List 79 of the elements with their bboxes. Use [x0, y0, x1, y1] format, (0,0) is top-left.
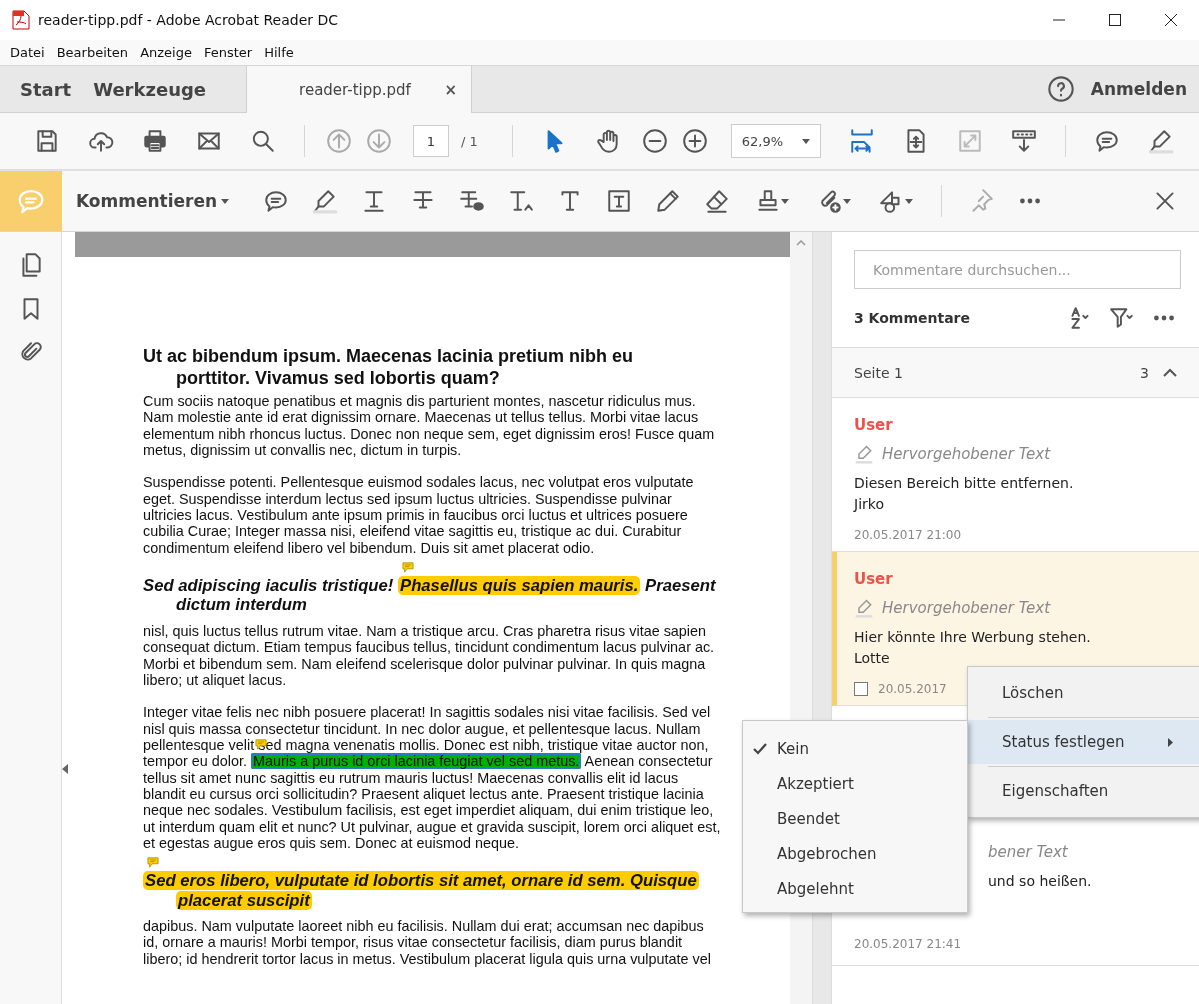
comment-type: Hervorgehobener Text [882, 445, 1051, 463]
sign-in-link[interactable]: Anmelden [1090, 66, 1187, 112]
menu-item[interactable]: Hilfe [258, 45, 300, 60]
fit-width-icon[interactable] [848, 128, 875, 154]
search-icon[interactable] [250, 128, 276, 154]
menu-item[interactable]: Beendet [743, 801, 967, 836]
pencil-icon[interactable] [654, 188, 681, 214]
sticky-note-icon[interactable] [262, 188, 289, 214]
menu-item[interactable]: Kein [743, 731, 967, 766]
checkmark-icon [753, 742, 767, 755]
menu-item[interactable]: Abgebrochen [743, 836, 967, 871]
comment-type: Hervorgehobener Text [882, 599, 1051, 617]
menu-item[interactable]: Akzeptiert [743, 766, 967, 801]
checkbox[interactable] [854, 682, 868, 696]
scroll-mode-icon[interactable] [1010, 128, 1037, 154]
comment-type: bener Text [988, 843, 1068, 861]
page-group-header[interactable]: Seite 1 3 [832, 348, 1199, 398]
chevron-icon[interactable] [1163, 368, 1177, 377]
save-icon[interactable] [34, 128, 60, 154]
comment-count: 3 Kommentare [854, 310, 971, 326]
print-icon[interactable] [142, 128, 168, 154]
filter-icon[interactable] [1109, 305, 1135, 331]
caret-icon[interactable] [781, 198, 790, 204]
highlighter-icon [854, 444, 874, 464]
comment-icon[interactable] [1093, 128, 1120, 154]
comment-text: Lotte [854, 649, 891, 668]
comment-author: User [854, 416, 893, 434]
menu-item[interactable]: Eigenschaften [968, 769, 1199, 813]
comment-text: Diesen Bereich bitte entfernen. [854, 474, 1075, 493]
caret-icon[interactable] [221, 198, 230, 204]
search-field[interactable]: Kommentare durchsuchen... [854, 250, 1181, 289]
caret-icon[interactable] [843, 198, 852, 204]
menu-item[interactable]: Bearbeiten [50, 45, 135, 60]
menu-item[interactable]: Abgelehnt [743, 871, 967, 906]
pdf-file-icon [12, 10, 30, 30]
nav-tab[interactable]: Start [0, 66, 74, 112]
insert-text-icon[interactable] [507, 188, 534, 214]
eraser-icon[interactable] [703, 188, 730, 214]
close-icon[interactable] [1164, 13, 1178, 27]
comment-date: 20.05.2017 21:00 [854, 528, 962, 542]
comment-text: Hier könnte Ihre Werbung stehen. [854, 628, 1092, 647]
comment-author: User [854, 570, 893, 588]
hand-icon[interactable] [594, 128, 621, 154]
zoom-in-icon[interactable] [681, 128, 708, 154]
window-title: reader-tipp.pdf - Adobe Acrobat Reader DC [38, 12, 340, 28]
comment-count: 3 [1140, 364, 1149, 381]
menu-item[interactable]: Fenster [197, 45, 259, 60]
document-tab[interactable]: reader-tipp.pdf [299, 80, 411, 99]
maximize-icon[interactable] [1108, 13, 1122, 27]
text-box-icon[interactable] [605, 188, 632, 214]
highlighter-icon [854, 598, 874, 618]
close-tab-button[interactable]: × [444, 80, 458, 99]
help-icon[interactable] [1046, 75, 1075, 103]
paragraph: dapibus. Nam vulputate laoreet nibh eu facilisis. Nullam dui erat; accumsan nec dapibus id, ornare a mauris! Morbi tempor, risus vitae consectetur facilisis, diam purus blandit libero; id hendrerit tortor lacus in metus. Vestibulum placerat ligula quis urna vulputate vel [143, 918, 712, 967]
page-label: Seite 1 [854, 364, 904, 381]
paragraph: Cum sociis natoque penatibus et magnis dis parturient montes, nascetur ridiculus mus. Nam molestie ante id erat dignissim ornare. Maecenas ut tellus tellus. Morbi vitae lacus elementum nibh rhoncus luctus. Donec non neque sem, eget dignissim eros! Fusce quam metus, dignissim ut convallis nec, dictum in turpis. [143, 393, 716, 459]
comment-text: Jirko [854, 495, 885, 514]
page-number-field[interactable]: 1 [413, 125, 449, 157]
zoom-dropdown[interactable]: 62,9% [730, 124, 821, 158]
menu-item[interactable]: Anzeige [134, 45, 198, 60]
comment-date: 20.05.2017 [878, 682, 947, 696]
nav-tab[interactable]: Werkzeuge [73, 66, 227, 112]
paragraph: Suspendisse potenti. Pellentesque euismod sodales lacus, nec volutpat eros vulputate eget. Suspendisse interdum lectus sed ipsum luctus ultricies. Suspendisse pulvinar ultricies lacus. Vestibulum ante ipsum primis in faucibus orci luctus et ultrices posuere cubilia Curae; Integer massa nisi, eleifend vitae sagittis eu, tristique ac dui. Curabitur condimentum eleifend libero vel bibendum. Duis sit amet placerat odio. [143, 474, 695, 556]
replace-text-icon[interactable] [458, 188, 485, 214]
menu-item[interactable]: Status festlegen [968, 720, 1199, 764]
page-total: / 1 [461, 133, 478, 149]
zoom-out-icon[interactable] [641, 128, 668, 154]
highlighter-icon[interactable] [1147, 128, 1174, 154]
scroll-up-icon[interactable] [796, 240, 806, 246]
comment-date: 20.05.2017 21:41 [854, 937, 962, 951]
comment-text: und so heißen. [988, 872, 1093, 891]
menu-item[interactable]: Datei [4, 45, 51, 60]
caret-icon[interactable] [905, 198, 914, 204]
section-heading: Sed adipiscing iaculis tristique! Phasellus quis sapien mauris. Praesent dictum interdum [143, 575, 751, 615]
caret-icon[interactable] [801, 138, 810, 144]
highlighter-icon[interactable] [311, 188, 338, 214]
comment-tools-menu[interactable]: Kommentieren [76, 191, 230, 211]
paragraph: nisl, quis luctus tellus rutrum vitae. Nam a tristique arcu. Cras pharetra risus vitae sapien consequat dictum. Etiam tempus faucibus tellus, tincidunt condimentum lacus pulvinar ac. Morbi et bibendum sem. Nam eleifend scelerisque dolor pulvinar pulvinar. In quis magna libero; ut aliquet lacus. [143, 622, 716, 689]
section-heading: Ut ac bibendum ipsum. Maecenas lacinia pretium nibh eu porttitor. Vivamus sed lobortis quam? [143, 345, 635, 389]
